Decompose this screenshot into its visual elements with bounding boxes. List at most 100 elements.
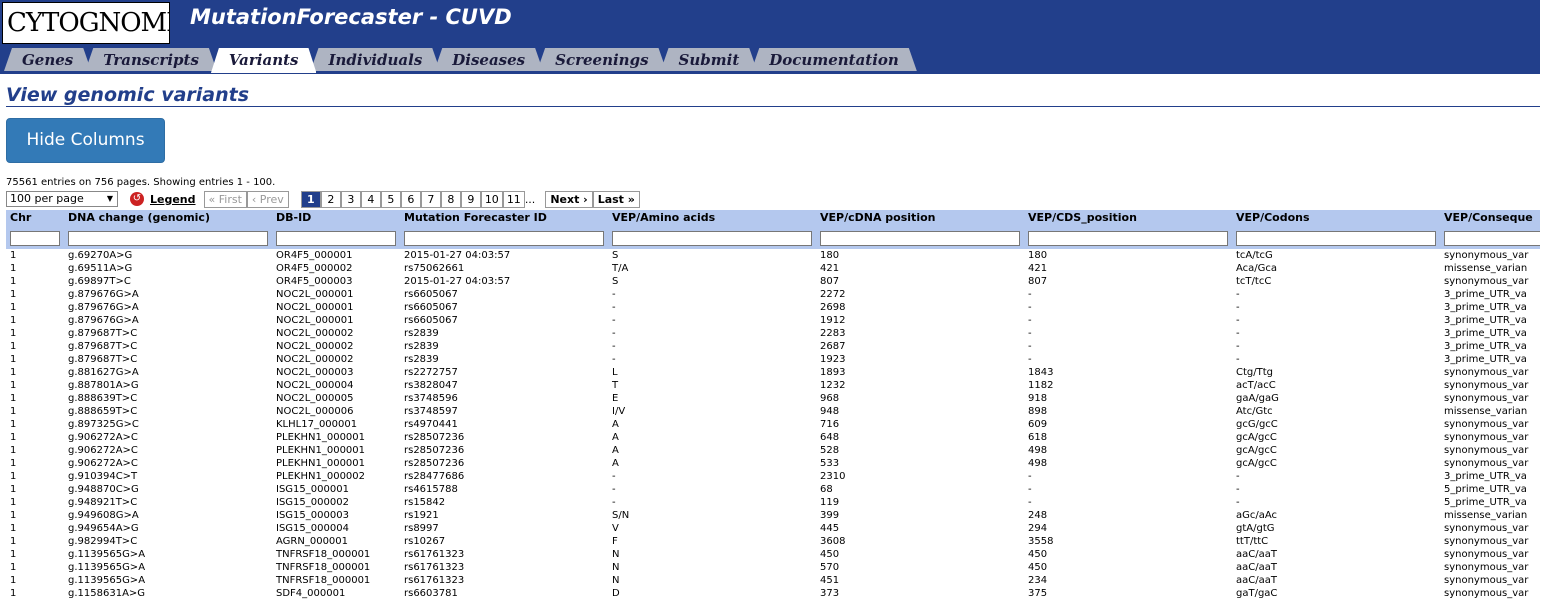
page-6-button[interactable]: 6 — [400, 190, 421, 208]
table-cell: 3_prime_UTR_va — [1440, 327, 1540, 340]
table-cell: NOC2L_000002 — [272, 353, 400, 366]
table-cell: 399 — [816, 509, 1024, 522]
column-header-chr[interactable]: Chr — [6, 210, 64, 225]
page-9-button[interactable]: 9 — [460, 190, 481, 208]
column-header-amino-acids[interactable]: VEP/Amino acids — [608, 210, 816, 225]
table-row[interactable]: 1 g.879676G>A NOC2L_000001 rs6605067-2698- -… — [6, 301, 1540, 314]
table-cell: g.69511A>G — [68, 263, 133, 274]
table-row[interactable]: 1 g.910394C>T PLEKHN1_000002 rs28477686 - 231… — [6, 470, 1540, 483]
table-row[interactable]: 1 g.879687T>C NOC2L_000002 rs2839 - 2687 - - 3_p… — [6, 340, 1540, 353]
table-cell: 2310 — [820, 471, 846, 482]
table-row[interactable]: 1 g.897325G>C KLHL17_000001 rs4970441 A 716 60… — [6, 418, 1540, 431]
table-row[interactable]: 1 g.879676G>A NOC2L_000001 rs6605067 - 2272 - -… — [6, 288, 1540, 301]
cytognomix-logo[interactable]: CYTOGNOMIX — [2, 2, 170, 44]
tab-genes[interactable]: Genes — [4, 48, 91, 71]
table-cell: D — [608, 587, 816, 600]
filter-input-db-id[interactable] — [276, 231, 396, 246]
column-header-codons[interactable]: VEP/Codons — [1232, 210, 1440, 225]
hide-columns-button[interactable]: Hide Columns — [6, 118, 165, 163]
table-row[interactable]: 1 g.949608G>A ISG15_000003 rs1921 S/N 399 248 a… — [6, 509, 1540, 522]
page-10-button[interactable]: 10 — [480, 190, 503, 208]
table-cell: 445 — [820, 523, 840, 534]
table-cell: synonymous_var — [1440, 535, 1540, 548]
tab-variants[interactable]: Variants — [211, 48, 317, 73]
table-row[interactable]: 1 g.906272A>C PLEKHN1_000001 rs28507236 A 648… — [6, 431, 1540, 444]
legend-icon[interactable]: ↺ — [130, 192, 144, 206]
per-page-select[interactable]: 100 per page ▼ — [6, 191, 118, 207]
filter-input-cdna-position[interactable] — [820, 231, 1020, 246]
first-page-button[interactable]: « First — [203, 190, 247, 208]
page-11-button[interactable]: 11 — [502, 190, 525, 208]
page-3-button[interactable]: 3 — [340, 190, 361, 208]
filter-input-consequence[interactable] — [1444, 231, 1540, 246]
table-cell: 1 — [10, 315, 17, 326]
table-cell: gcG/gcC — [1236, 419, 1278, 430]
column-header-cdna-position[interactable]: VEP/cDNA position — [816, 210, 1024, 225]
page-4-button[interactable]: 4 — [360, 190, 381, 208]
table-row[interactable]: 1 g.1158631A>G SDF4_000001 rs6603781 D 373 375… — [6, 587, 1540, 600]
column-header-consequence[interactable]: VEP/Conseque — [1440, 210, 1540, 225]
table-cell: 421 — [1028, 263, 1048, 274]
column-header-mf-id[interactable]: Mutation Forecaster ID — [400, 210, 608, 225]
page-5-button[interactable]: 5 — [380, 190, 401, 208]
table-cell: A — [612, 419, 619, 430]
table-cell: 1912 — [820, 315, 846, 326]
table-cell: synonymous_var — [1440, 249, 1540, 262]
filter-input-dna-change[interactable] — [68, 231, 268, 246]
table-row[interactable]: 1 g.948921T>C ISG15_000002 rs15842 - 119 - - 5_p… — [6, 496, 1540, 509]
table-cell: g.879687T>C — [64, 327, 272, 340]
table-cell: - — [1232, 327, 1440, 340]
table-cell: 5_prime_UTR_va — [1440, 483, 1540, 496]
table-cell: g.888659T>C — [64, 405, 272, 418]
table-row[interactable]: 1 g.888659T>C NOC2L_000006 rs3748597 I/V 948 8… — [6, 405, 1540, 418]
table-cell: synonymous_var — [1440, 457, 1540, 470]
table-cell: g.949608G>A — [64, 509, 272, 522]
table-row[interactable]: 1 g.949654A>G ISG15_000004 rs8997 V 445 294 gtA… — [6, 522, 1540, 535]
table-cell: - — [608, 483, 816, 496]
table-row[interactable]: 1 g.888639T>C NOC2L_000005 rs3748596 E 968 918… — [6, 392, 1540, 405]
prev-page-button[interactable]: ‹ Prev — [246, 190, 289, 208]
table-cell: ttT/ttC — [1232, 535, 1440, 548]
page-2-button[interactable]: 2 — [320, 190, 341, 208]
table-row[interactable]: 1 g.887801A>G NOC2L_000004 rs3828047 T 1232 11… — [6, 379, 1540, 392]
table-row[interactable]: 1 g.879687T>C NOC2L_000002 rs2839-2283- -3_p… — [6, 327, 1540, 340]
legend-link[interactable]: Legend — [150, 193, 196, 206]
next-page-button[interactable]: Next › — [545, 190, 593, 208]
filter-input-cds-position[interactable] — [1028, 231, 1228, 246]
tab-screenings[interactable]: Screenings — [537, 48, 666, 71]
column-header-db-id[interactable]: DB-ID — [272, 210, 400, 225]
table-row[interactable]: 1 g.881627G>A NOC2L_000003 rs2272757 L 1893 18… — [6, 366, 1540, 379]
table-row[interactable]: 1 g.1139565G>A TNFRSF18_000001 rs61761323 N 5… — [6, 561, 1540, 574]
page-8-button[interactable]: 8 — [440, 190, 461, 208]
table-cell: TNFRSF18_000001 — [272, 561, 400, 574]
table-cell: gcA/gcC — [1232, 431, 1440, 444]
table-row[interactable]: 1 g.69897T>C OR4F5_000003 2015-01-27 04:03:… — [6, 275, 1540, 288]
table-row[interactable]: 1 g.1139565G>A TNFRSF18_000001 rs61761323 N 4… — [6, 574, 1540, 587]
table-row[interactable]: 1 g.1139565G>A TNFRSF18_000001 rs61761323 N 4… — [6, 548, 1540, 561]
tab-submit[interactable]: Submit — [661, 48, 758, 71]
filter-input-chr[interactable] — [10, 231, 60, 246]
table-cell: rs10267 — [400, 535, 608, 548]
tab-diseases[interactable]: Diseases — [434, 48, 543, 71]
page-7-button[interactable]: 7 — [420, 190, 441, 208]
table-row[interactable]: 1 g.879687T>C NOC2L_000002 rs2839-1923- -3_p… — [6, 353, 1540, 366]
table-row[interactable]: 1 g.879676G>A NOC2L_000001 rs6605067 - 1912 - -… — [6, 314, 1540, 327]
column-header-dna-change[interactable]: DNA change (genomic) — [64, 210, 272, 225]
table-row[interactable]: 1 g.69511A>G OR4F5_000002 rs75062661 T/A 421 4… — [6, 262, 1540, 275]
table-row[interactable]: 1 g.948870C>G ISG15_000001 rs4615788-68- -5_… — [6, 483, 1540, 496]
table-row[interactable]: 1 g.906272A>C PLEKHN1_000001 rs28507236 A 533… — [6, 457, 1540, 470]
tab-individuals[interactable]: Individuals — [310, 48, 440, 71]
column-header-cds-position[interactable]: VEP/CDS_position — [1024, 210, 1232, 225]
table-cell: 3_prime_UTR_va — [1440, 353, 1540, 366]
table-row[interactable]: 1 g.982994T>C AGRN_000001 rs10267 F 3608 3558 t… — [6, 535, 1540, 548]
table-cell: rs6605067 — [400, 301, 608, 314]
last-page-button[interactable]: Last » — [592, 190, 640, 208]
filter-input-mf-id[interactable] — [404, 231, 604, 246]
tab-transcripts[interactable]: Transcripts — [85, 48, 217, 71]
filter-input-codons[interactable] — [1236, 231, 1436, 246]
table-row[interactable]: 1 g.906272A>C PLEKHN1_000001 rs28507236 A 528… — [6, 444, 1540, 457]
page-1-button[interactable]: 1 — [300, 190, 321, 208]
tab-documentation[interactable]: Documentation — [751, 48, 917, 71]
filter-input-amino-acids[interactable] — [612, 231, 812, 246]
table-row[interactable]: 1 g.69270A>G OR4F5_000001 2015-01-27 04:03:… — [6, 249, 1540, 262]
